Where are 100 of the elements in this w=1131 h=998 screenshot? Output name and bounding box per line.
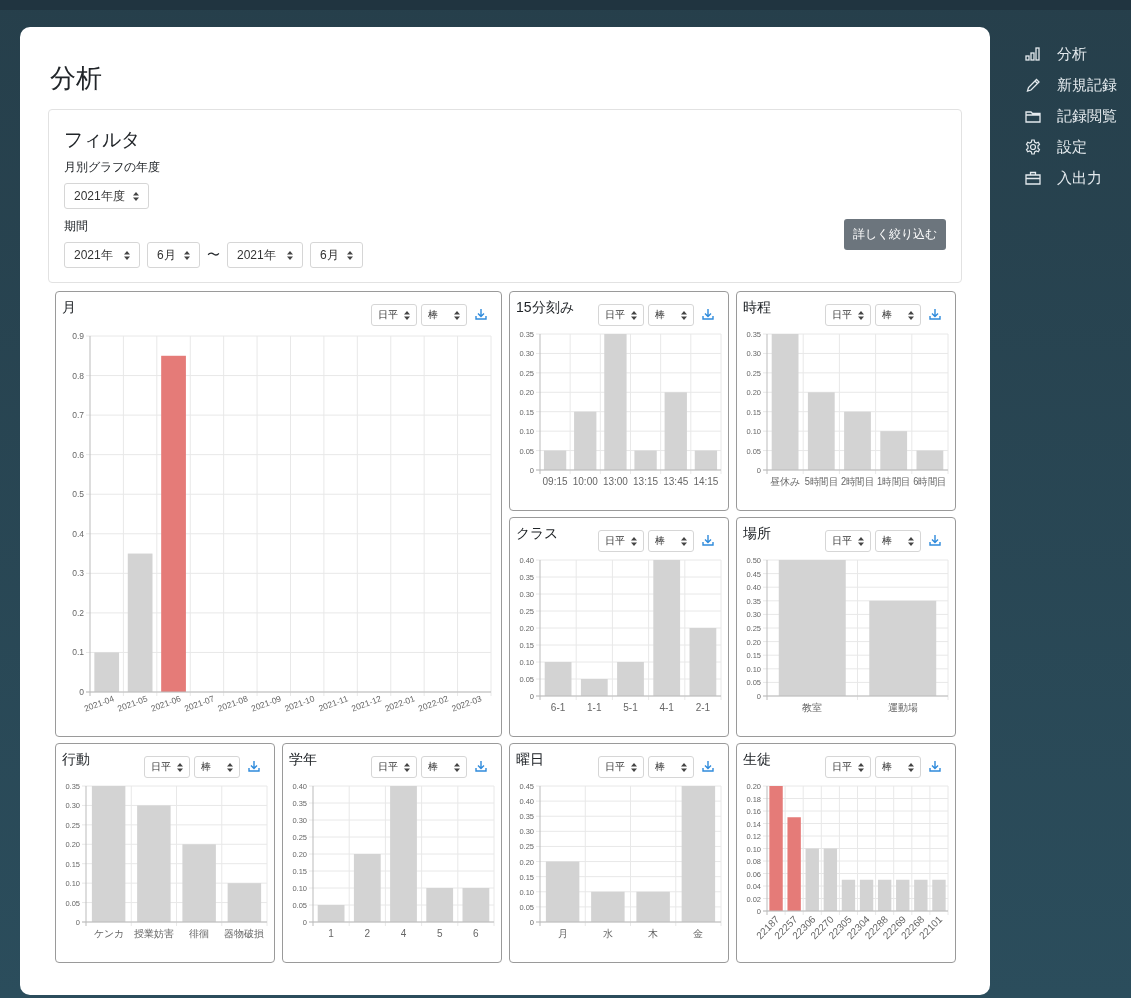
y-tick-label: 0.5 (72, 489, 84, 500)
y-tick-label: 0.1 (72, 647, 84, 658)
nav-item[interactable]: 設定 (1025, 136, 1117, 158)
chart-title: 場所 (743, 525, 772, 543)
chart-title: 生徒 (743, 751, 772, 769)
aggregate-dropdown[interactable]: 日平 (144, 756, 190, 778)
nav-item[interactable]: 新規記録 (1025, 74, 1117, 96)
aggregate-dropdown[interactable]: 日平 (825, 756, 871, 778)
x-tick-label: 授業妨害 (133, 928, 174, 939)
nav-item[interactable]: 記録閲覧 (1025, 105, 1117, 127)
sort-caret-icon (454, 762, 460, 772)
aggregate-dropdown[interactable]: 日平 (825, 530, 871, 552)
x-tick-label: 13:00 (602, 476, 628, 487)
x-tick-label: 13:45 (663, 476, 689, 487)
range-separator: 〜 (207, 246, 220, 264)
nav-label: 記録閲覧 (1057, 106, 1117, 126)
download-icon[interactable] (929, 534, 941, 546)
nav-item[interactable]: 分析 (1025, 43, 1117, 65)
chart-type-dropdown[interactable]: 棒 (648, 530, 694, 552)
nav-label: 設定 (1057, 137, 1087, 157)
sort-caret-icon (858, 310, 864, 320)
x-tick-label: 1-1 (587, 702, 602, 713)
download-icon[interactable] (702, 534, 714, 546)
download-icon[interactable] (475, 760, 487, 772)
page-title: 分析 (50, 62, 103, 95)
sort-caret-icon (227, 762, 233, 772)
sort-caret-icon (454, 310, 460, 320)
x-tick-label: 5 (436, 928, 443, 939)
sort-caret-icon (132, 191, 139, 201)
refine-button[interactable]: 詳しく絞り込む (844, 219, 946, 250)
sort-caret-icon (404, 762, 410, 772)
sort-caret-icon (631, 762, 637, 772)
sort-caret-icon (681, 762, 687, 772)
x-tick-label: 月 (557, 928, 568, 939)
x-tick-label: 金 (693, 928, 704, 939)
sort-caret-icon (404, 310, 410, 320)
aggregate-dropdown[interactable]: 日平 (371, 756, 417, 778)
x-tick-label: 09:15 (542, 476, 568, 487)
x-tick-label: 昼休み (770, 476, 801, 487)
aggregate-dropdown[interactable]: 日平 (598, 756, 644, 778)
year-dropdown[interactable]: 2021年 (64, 242, 140, 268)
sort-caret-icon (681, 310, 687, 320)
aggregate-dropdown[interactable]: 日平 (598, 530, 644, 552)
y-tick-label: 0.9 (72, 331, 84, 341)
x-tick-label: 4 (400, 928, 407, 939)
pencil-icon (1025, 77, 1041, 93)
aggregate-dropdown[interactable]: 日平 (598, 304, 644, 326)
chart-title: 15分刻み (516, 299, 575, 317)
chart-type-dropdown[interactable]: 棒 (194, 756, 240, 778)
x-tick-label: 6 (473, 928, 479, 939)
x-tick-label: 13:15 (633, 476, 659, 487)
x-tick-label: 器物破損 (224, 928, 265, 939)
filter-title: フィルタ (64, 128, 140, 152)
sort-caret-icon (631, 536, 637, 546)
x-tick-label: 5時間目 (804, 476, 841, 487)
y-tick-label: 0.8 (72, 370, 84, 381)
fiscal-year-dropdown[interactable]: 2021年度 (64, 183, 149, 209)
download-icon[interactable] (475, 308, 487, 320)
chart-type-dropdown[interactable]: 棒 (648, 304, 694, 326)
chart-title: 月 (62, 299, 77, 317)
x-tick-label: 水 (602, 928, 613, 939)
field-label: 月別グラフの年度 (64, 159, 160, 176)
download-icon[interactable] (702, 760, 714, 772)
x-tick-label: 6時間目 (913, 476, 949, 487)
month-dropdown[interactable]: 6月 (147, 242, 200, 268)
sort-caret-icon (124, 250, 130, 260)
chart-title: クラス (516, 525, 559, 543)
x-tick-label: 10:00 (572, 476, 598, 487)
nav-label: 分析 (1057, 44, 1087, 64)
chart-type-dropdown[interactable]: 棒 (875, 530, 921, 552)
year-dropdown[interactable]: 2021年 (227, 242, 303, 268)
nav-label: 入出力 (1057, 168, 1102, 188)
x-tick-label: 6-1 (550, 702, 566, 713)
x-tick-label: 徘徊 (189, 928, 210, 939)
chart-type-dropdown[interactable]: 棒 (648, 756, 694, 778)
sort-caret-icon (347, 250, 353, 260)
chart-type-dropdown[interactable]: 棒 (875, 304, 921, 326)
aggregate-dropdown[interactable]: 日平 (825, 304, 871, 326)
chart-type-dropdown[interactable]: 棒 (875, 756, 921, 778)
chart-type-dropdown[interactable]: 棒 (421, 756, 467, 778)
x-tick-label: 木 (648, 928, 659, 939)
chart-title: 行動 (62, 751, 91, 769)
month-dropdown[interactable]: 6月 (310, 242, 363, 268)
download-icon[interactable] (248, 760, 260, 772)
sort-caret-icon (177, 762, 183, 772)
nav-item[interactable]: 入出力 (1025, 167, 1117, 189)
download-icon[interactable] (702, 308, 714, 320)
nav-label: 新規記録 (1057, 75, 1117, 95)
x-tick-label: 運動場 (887, 702, 918, 713)
x-tick-label: 1 (328, 928, 334, 939)
sort-caret-icon (184, 250, 190, 260)
y-tick-label: 0.4 (72, 528, 84, 539)
sort-caret-icon (908, 310, 914, 320)
chart-type-dropdown[interactable]: 棒 (421, 304, 467, 326)
aggregate-dropdown[interactable]: 日平 (371, 304, 417, 326)
y-tick-label: 0.2 (72, 607, 84, 618)
y-tick-label: 0.3 (72, 568, 84, 579)
y-tick-label: 0.7 (72, 410, 84, 421)
download-icon[interactable] (929, 308, 941, 320)
download-icon[interactable] (929, 760, 941, 772)
